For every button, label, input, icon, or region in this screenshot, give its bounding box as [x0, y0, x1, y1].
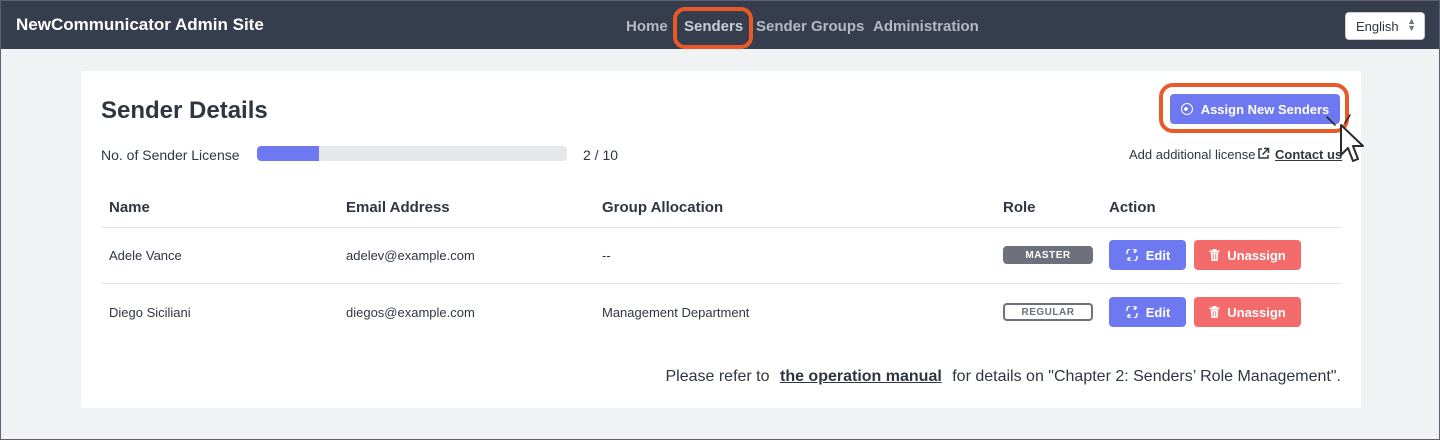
sender-group: -- [602, 248, 611, 263]
column-header-email: Email Address [346, 199, 450, 216]
app-title: NewCommunicator Admin Site [16, 15, 264, 34]
column-header-name: Name [109, 199, 150, 216]
edit-button[interactable]: Edit [1109, 240, 1186, 270]
page-title: Sender Details [101, 97, 268, 124]
sender-name: Diego Siciliani [109, 305, 191, 320]
license-label: No. of Sender License [101, 147, 240, 163]
operation-manual-link[interactable]: the operation manual [780, 368, 942, 385]
language-select[interactable]: English ▲ ▼ [1345, 12, 1425, 40]
unassign-button[interactable]: Unassign [1194, 240, 1301, 270]
additional-license-text: Add additional license [1129, 147, 1256, 162]
top-navbar: NewCommunicator Admin Site Home Senders … [1, 1, 1439, 49]
license-count: 2 / 10 [583, 147, 619, 163]
app-window: NewCommunicator Admin Site Home Senders … [0, 0, 1440, 440]
sender-group: Management Department [602, 305, 750, 320]
column-header-role: Role [1003, 199, 1036, 216]
nav-item-home[interactable]: Home [626, 18, 668, 35]
table-row: Diego Siciliani diegos@example.com Manag… [81, 285, 1361, 341]
edit-button-label: Edit [1145, 247, 1171, 263]
role-badge: MASTER [1003, 246, 1093, 264]
sender-name: Adele Vance [109, 248, 182, 263]
sender-email: adelev@example.com [346, 248, 475, 263]
table-divider [101, 283, 1341, 284]
license-progress-bar [257, 146, 567, 161]
swap-arrows-icon [1125, 306, 1138, 318]
footer-suffix: for details on "Chapter 2: Senders’ Role… [952, 368, 1341, 385]
nav-item-administration[interactable]: Administration [873, 18, 979, 35]
sender-email: diegos@example.com [346, 305, 475, 320]
trash-icon [1209, 306, 1220, 318]
edit-button[interactable]: Edit [1109, 297, 1186, 327]
nav-item-sender-groups[interactable]: Sender Groups [756, 18, 864, 35]
table-row: Adele Vance adelev@example.com -- MASTER… [81, 228, 1361, 284]
edit-button-label: Edit [1145, 304, 1171, 320]
footer-prefix: Please refer to [665, 368, 770, 385]
license-progress-fill [257, 146, 319, 161]
external-link-icon [1258, 147, 1270, 159]
chevron-updown-icon: ▲ ▼ [1407, 16, 1416, 33]
language-select-value: English [1356, 19, 1399, 34]
column-header-action: Action [1109, 199, 1156, 216]
swap-arrows-icon [1125, 249, 1138, 261]
unassign-button[interactable]: Unassign [1194, 297, 1301, 327]
unassign-button-label: Unassign [1227, 247, 1286, 263]
sender-details-card: Sender Details No. of Sender License 2 /… [81, 71, 1364, 408]
contact-us-link[interactable]: Contact us [1275, 147, 1342, 162]
unassign-button-label: Unassign [1227, 304, 1286, 320]
role-badge: REGULAR [1003, 303, 1093, 321]
trash-icon [1209, 249, 1220, 261]
column-header-group: Group Allocation [602, 199, 724, 216]
senders-highlight-ring [673, 7, 753, 49]
footer-note: Please refer to the operation manual for… [665, 368, 1341, 386]
